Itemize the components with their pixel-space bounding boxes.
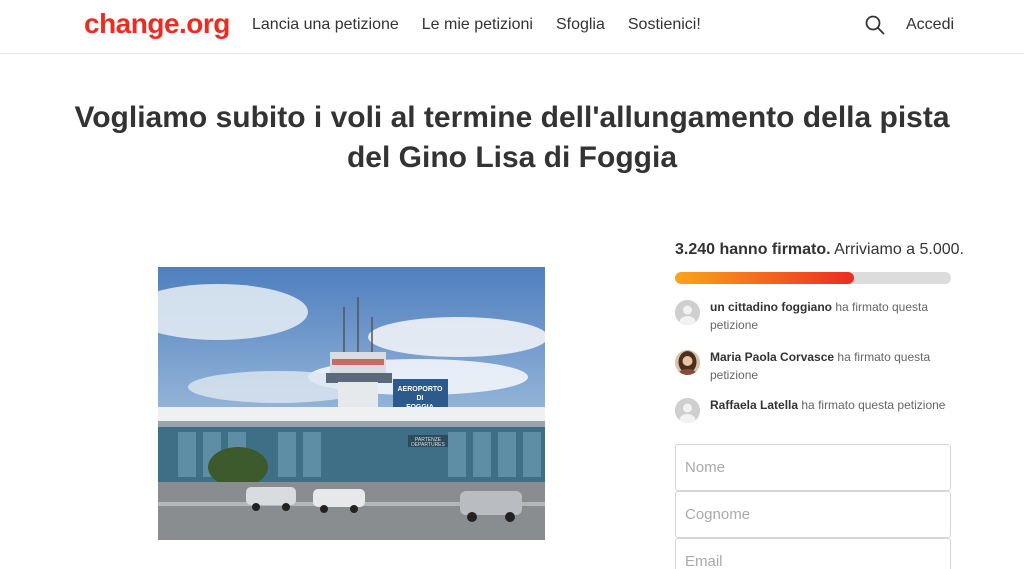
user-avatar xyxy=(675,350,700,375)
nav-my-petitions[interactable]: Le mie petizioni xyxy=(422,16,533,34)
first-name-field[interactable] xyxy=(675,444,951,491)
photo-door-sign-2: DEPARTURES xyxy=(411,442,445,448)
email-field[interactable] xyxy=(675,538,951,569)
nav-browse[interactable]: Sfoglia xyxy=(556,16,605,34)
recent-signer: Raffaela Latella ha firmato questa petiz… xyxy=(675,396,955,423)
goal-text: Arriviamo a 5.000. xyxy=(830,241,964,258)
default-avatar-icon xyxy=(675,300,700,325)
signature-progress-fill xyxy=(675,272,854,284)
main-nav: Lancia una petizione Le mie petizioni Sf… xyxy=(252,16,724,34)
signer-name: un cittadino foggiano xyxy=(710,300,832,314)
default-avatar-icon xyxy=(675,398,700,423)
change-org-logo[interactable]: change.org xyxy=(84,8,230,40)
signature-count: 3.240 hanno firmato. Arriviamo a 5.000. xyxy=(675,241,964,259)
signer-name: Maria Paola Corvasce xyxy=(710,350,835,364)
photo-sign-mid: DI xyxy=(417,395,424,402)
nav-start-petition[interactable]: Lancia una petizione xyxy=(252,16,399,34)
petition-photo: AEROPORTO DI FOGGIA PARTENZE DEPARTURES xyxy=(158,267,545,540)
top-header: change.org Lancia una petizione Le mie p… xyxy=(0,0,1024,54)
signature-progress-bar xyxy=(675,272,951,284)
recent-signer: un cittadino foggiano ha firmato questa … xyxy=(675,298,955,334)
recent-signer: Maria Paola Corvasce ha firmato questa p… xyxy=(675,348,955,384)
signed-count-text: 3.240 hanno firmato. xyxy=(675,241,831,258)
photo-sign-top: AEROPORTO xyxy=(398,386,444,393)
search-icon[interactable] xyxy=(864,14,886,36)
signer-action: ha firmato questa petizione xyxy=(798,398,946,412)
login-link[interactable]: Accedi xyxy=(906,16,954,34)
nav-support-us[interactable]: Sostienici! xyxy=(628,16,701,34)
signer-name: Raffaela Latella xyxy=(710,398,799,412)
last-name-field[interactable] xyxy=(675,491,951,538)
petition-title: Vogliamo subito i voli al termine dell'a… xyxy=(74,101,950,174)
